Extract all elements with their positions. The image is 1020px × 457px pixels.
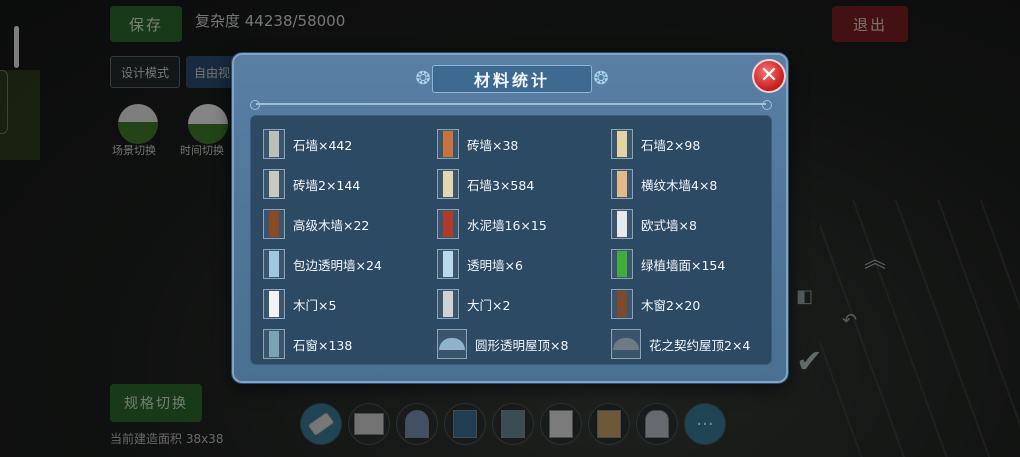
material-item: 绿植墙面×154 [611,244,785,284]
materials-grid: 石墙×442 砖墙×38 石墙2×98 砖墙2×144 石墙3×584 横纹木墙4×8 高级… [263,124,785,364]
material-item: 木窗2×20 [611,284,785,324]
material-swatch-fill [617,251,627,277]
material-swatch-icon [611,169,633,199]
material-swatch-fill [269,211,279,237]
material-label: 木窗2×20 [641,297,701,313]
ornament-right-icon: ❂ [593,68,609,89]
material-swatch-fill [443,131,453,157]
material-swatch-icon [611,329,641,359]
material-label: 水泥墙16×15 [467,217,547,233]
material-label: 透明墙×6 [467,257,523,273]
material-label: 绿植墙面×154 [641,257,726,273]
material-swatch-fill [269,171,279,197]
material-label: 石墙2×98 [641,137,701,153]
material-item: 砖墙2×144 [263,164,437,204]
material-swatch-fill [269,251,279,277]
material-label: 圆形透明屋顶×8 [475,337,569,353]
material-swatch-fill [269,131,279,157]
material-swatch-icon [611,249,633,279]
material-label: 包边透明墙×24 [293,257,382,273]
material-label: 砖墙2×144 [293,177,361,193]
material-swatch-icon [437,249,459,279]
material-swatch-fill [617,211,627,237]
material-item: 透明墙×6 [437,244,611,284]
material-swatch-fill [443,211,453,237]
material-label: 木门×5 [293,297,337,313]
material-swatch-icon [263,169,285,199]
material-swatch-icon [263,249,285,279]
material-label: 石窗×138 [293,337,353,353]
material-label: 石墙3×584 [467,177,535,193]
material-item: 高级木墙×22 [263,204,437,244]
material-swatch-icon [263,329,285,359]
material-swatch-fill [269,291,279,317]
material-item: 石窗×138 [263,324,437,364]
material-item: 花之契约屋顶2×4 [611,324,785,364]
material-swatch-icon [437,289,459,319]
material-item: 石墙2×98 [611,124,785,164]
material-label: 石墙×442 [293,137,353,153]
material-item: 木门×5 [263,284,437,324]
material-swatch-fill [617,171,627,197]
material-swatch-fill [443,251,453,277]
material-label: 横纹木墙4×8 [641,177,718,193]
material-item: 包边透明墙×24 [263,244,437,284]
material-swatch-fill [443,291,453,317]
material-label: 砖墙×38 [467,137,519,153]
material-item: 砖墙×38 [437,124,611,164]
material-swatch-icon [437,329,467,359]
material-item: 大门×2 [437,284,611,324]
material-item: 石墙×442 [263,124,437,164]
material-swatch-fill [443,171,453,197]
material-label: 大门×2 [467,297,511,313]
material-swatch-fill [617,131,627,157]
close-button[interactable]: ✕ [752,59,786,93]
material-swatch-fill [269,331,279,357]
material-swatch-icon [611,129,633,159]
material-swatch-icon [437,129,459,159]
material-label: 花之契约屋顶2×4 [649,337,751,353]
material-swatch-icon [263,129,285,159]
material-swatch-icon [611,209,633,239]
materials-panel: 石墙×442 砖墙×38 石墙2×98 砖墙2×144 石墙3×584 横纹木墙4×8 高级… [250,115,772,365]
material-item: 石墙3×584 [437,164,611,204]
dialog-header: ❂ 材料统计 ❂ [412,65,612,93]
material-swatch-icon [437,209,459,239]
material-stats-dialog: ❂ 材料统计 ❂ ✕ 石墙×442 砖墙×38 石墙2×98 砖墙2×144 石墙3×5… [232,53,788,383]
material-item: 横纹木墙4×8 [611,164,785,204]
material-swatch-icon [437,169,459,199]
dialog-title: 材料统计 [432,65,592,93]
material-label: 高级木墙×22 [293,217,370,233]
material-swatch-icon [611,289,633,319]
material-swatch-fill [613,338,639,350]
material-label: 欧式墙×8 [641,217,697,233]
material-swatch-icon [263,289,285,319]
header-divider [250,100,772,110]
material-item: 水泥墙16×15 [437,204,611,244]
material-item: 欧式墙×8 [611,204,785,244]
ornament-left-icon: ❂ [415,68,431,89]
material-swatch-fill [617,291,627,317]
material-item: 圆形透明屋顶×8 [437,324,611,364]
material-swatch-fill [439,338,465,350]
material-swatch-icon [263,209,285,239]
